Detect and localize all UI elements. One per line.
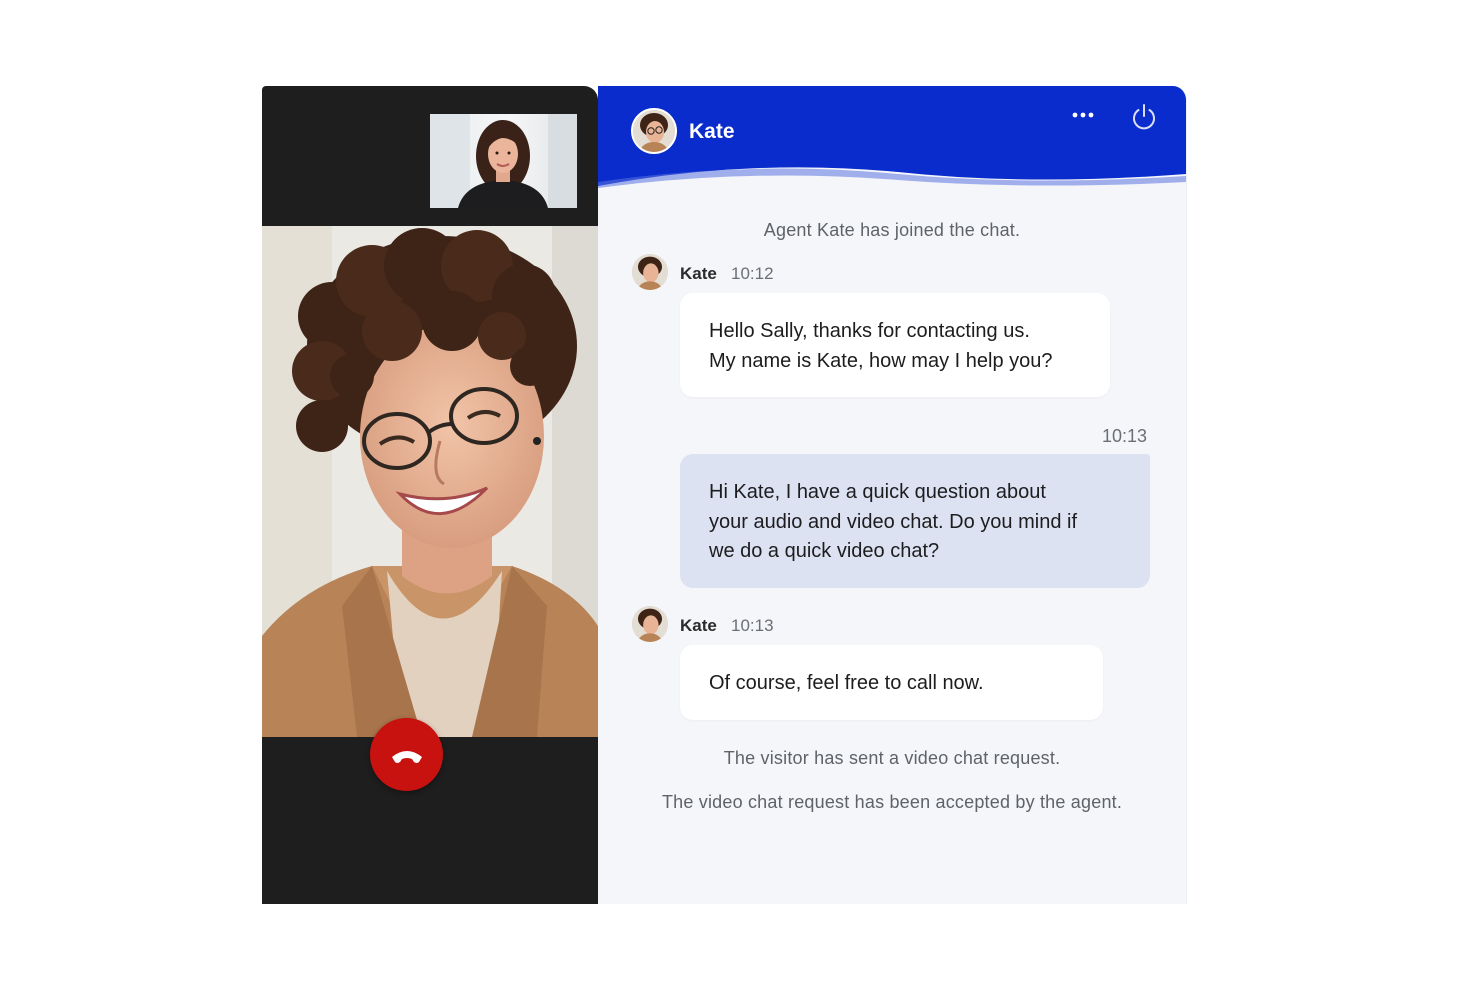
visitor-video-image <box>430 114 577 208</box>
message-text-line: Hello Sally, thanks for contacting us. <box>709 320 1030 342</box>
agent-avatar <box>631 108 677 154</box>
chat-window: Kate Agent Kate has joined the chat. Kat… <box>598 86 1187 904</box>
message-sender: Kate <box>680 616 717 635</box>
more-options-button[interactable] <box>1068 102 1102 128</box>
end-chat-button[interactable] <box>1129 102 1159 132</box>
message-text-line: we do a quick video chat? <box>709 540 940 562</box>
phone-hangup-icon <box>391 750 422 763</box>
agent-message-bubble: Of course, feel free to call now. <box>680 645 1103 720</box>
end-call-button[interactable] <box>370 718 443 791</box>
message-timestamp: 10:12 <box>731 264 774 283</box>
agent-avatar-image <box>632 606 668 642</box>
agent-avatar-image <box>633 110 675 152</box>
agent-video-image <box>262 226 598 737</box>
system-message-video-request: The visitor has sent a video chat reques… <box>723 748 1061 768</box>
message-sender: Kate <box>680 264 717 283</box>
self-view-video <box>430 114 577 208</box>
system-message-video-accepted: The video chat request has been accepted… <box>661 792 1123 812</box>
message-text-line: your audio and video chat. Do you mind i… <box>709 510 1077 533</box>
agent-message-bubble: Hello Sally, thanks for contacting us. M… <box>680 293 1110 397</box>
message-timestamp: 10:13 <box>731 616 774 635</box>
visitor-message-bubble: Hi Kate, I have a quick question about y… <box>680 454 1150 588</box>
message-text-line: Hi Kate, I have a quick question about <box>709 481 1046 503</box>
agent-name: Kate <box>689 120 735 143</box>
system-message-joined: Agent Kate has joined the chat. <box>763 220 1021 240</box>
power-icon <box>1133 104 1155 130</box>
message-text-line: Of course, feel free to call now. <box>709 672 984 694</box>
agent-avatar-image <box>632 254 668 290</box>
message-text-line: My name is Kate, how may I help you? <box>709 349 1053 372</box>
agent-video-stream <box>262 226 598 737</box>
message-avatar <box>632 606 668 642</box>
message-timestamp: 10:13 <box>1102 426 1148 446</box>
message-avatar <box>632 254 668 290</box>
chat-header: Kate <box>598 86 1186 190</box>
more-horizontal-icon <box>1072 112 1094 118</box>
video-call-pane <box>262 86 598 904</box>
